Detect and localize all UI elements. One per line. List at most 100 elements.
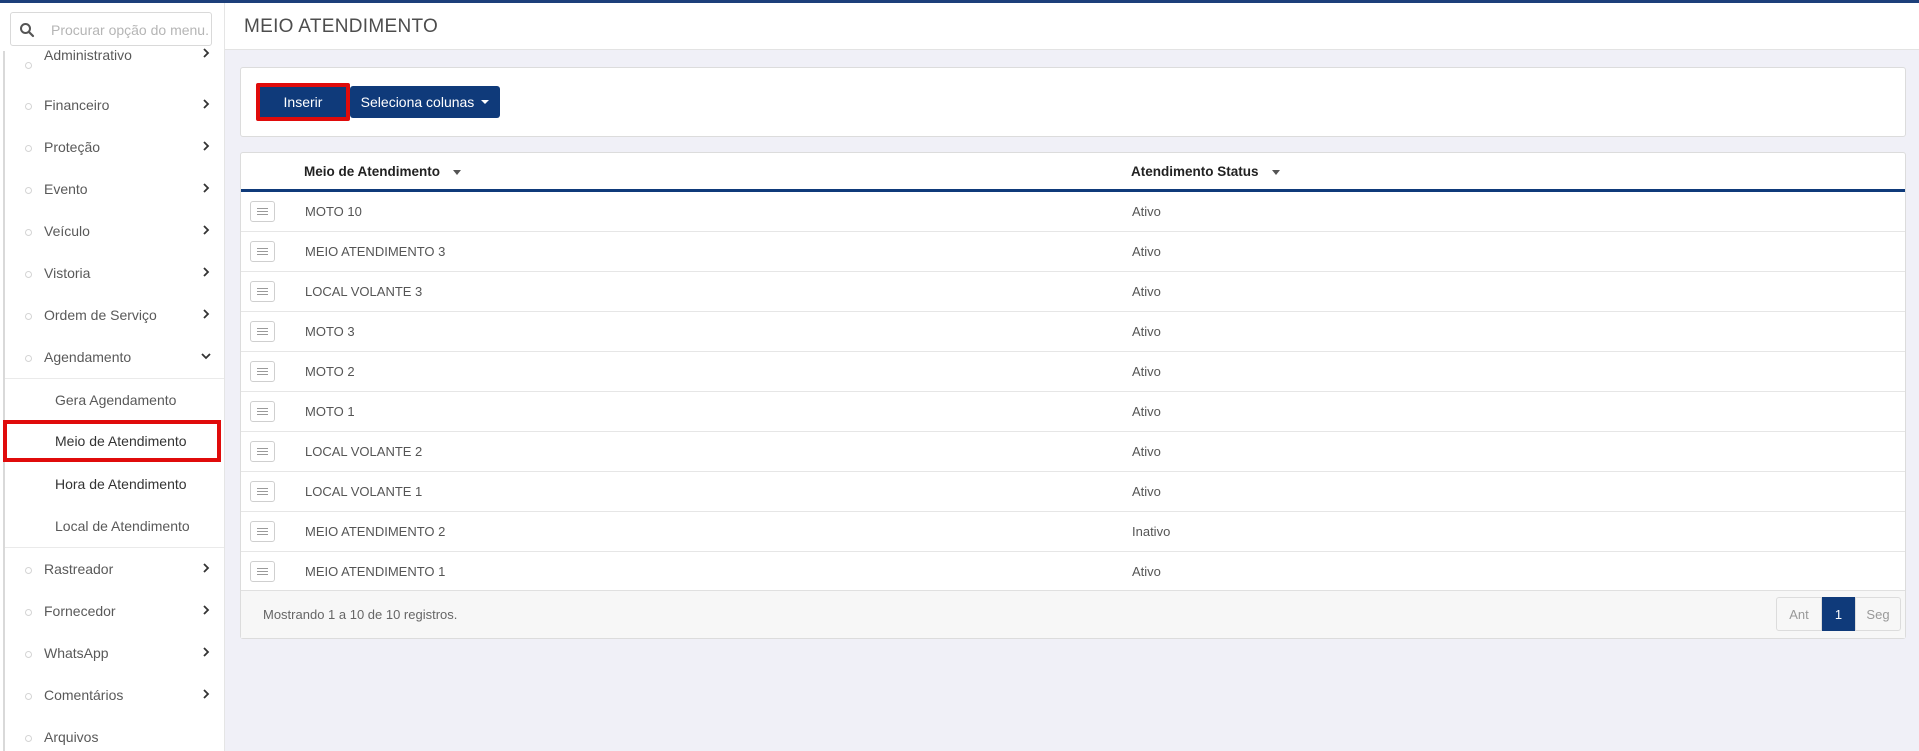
submenu-item-label: Local de Atendimento (55, 518, 190, 534)
cell-status: Ativo (1132, 564, 1161, 579)
table-row: LOCAL VOLANTE 1 Ativo (241, 472, 1905, 512)
table-row: MOTO 2 Ativo (241, 352, 1905, 392)
table-row: MOTO 10 Ativo (241, 192, 1905, 232)
submenu-item-label: Gera Agendamento (55, 392, 177, 408)
table-row: LOCAL VOLANTE 3 Ativo (241, 272, 1905, 312)
search-icon (20, 23, 35, 38)
column-header-label: Meio de Atendimento (304, 164, 441, 179)
sidebar-item-label: Agendamento (44, 349, 132, 365)
pagination-prev-button[interactable]: Ant (1776, 597, 1822, 631)
column-header-meio[interactable]: Meio de Atendimento (304, 164, 462, 179)
cell-status: Ativo (1132, 324, 1161, 339)
row-menu-icon[interactable] (250, 281, 275, 302)
sidebar-item-evento[interactable]: Evento (0, 168, 224, 210)
sidebar-item-rastreador[interactable]: Rastreador (0, 548, 224, 590)
sidebar-item-ordem-de-servico[interactable]: Ordem de Serviço (0, 294, 224, 336)
sidebar-item-label: Administrativo (44, 47, 132, 63)
sidebar-item-label: Arquivos (44, 729, 99, 745)
chevron-right-icon (203, 183, 210, 193)
cell-status: Ativo (1132, 204, 1161, 219)
table-row: LOCAL VOLANTE 2 Ativo (241, 432, 1905, 472)
menu-bullet (25, 735, 32, 742)
sidebar-item-label: WhatsApp (44, 645, 109, 661)
sidebar-item-veiculo[interactable]: Veículo (0, 210, 224, 252)
sidebar-item-comentarios[interactable]: Comentários (0, 674, 224, 716)
page-header: MEIO ATENDIMENTO (225, 3, 1919, 50)
submenu-item-gera-agendamento[interactable]: Gera Agendamento (3, 379, 221, 421)
menu-bullet (25, 187, 32, 194)
menu-search-input[interactable] (49, 19, 211, 41)
sidebar-item-label: Vistoria (44, 265, 91, 281)
row-menu-icon[interactable] (250, 481, 275, 502)
row-menu-icon[interactable] (250, 201, 275, 222)
sidebar-item-label: Ordem de Serviço (44, 307, 157, 323)
sidebar-item-financeiro[interactable]: Financeiro (0, 84, 224, 126)
insert-button[interactable]: Inserir (256, 83, 350, 121)
chevron-right-icon (203, 605, 210, 615)
sidebar-item-agendamento[interactable]: Agendamento (0, 336, 224, 378)
row-menu-icon[interactable] (250, 521, 275, 542)
menu-bullet (25, 103, 32, 110)
page-title: MEIO ATENDIMENTO (244, 16, 439, 37)
cell-meio: LOCAL VOLANTE 1 (305, 484, 423, 499)
chevron-right-icon (203, 225, 210, 235)
cell-meio: MEIO ATENDIMENTO 1 (305, 564, 446, 579)
sidebar-item-administrativo[interactable]: Administrativo (0, 43, 224, 85)
cell-status: Ativo (1132, 404, 1161, 419)
table-header: Meio de Atendimento Atendimento Status (241, 153, 1905, 192)
table-footer: Mostrando 1 a 10 de 10 registros. Ant 1 … (241, 590, 1905, 638)
table-row: MEIO ATENDIMENTO 1 Ativo (241, 552, 1905, 592)
select-columns-button[interactable]: Seleciona colunas (350, 86, 500, 118)
menu-bullet (25, 567, 32, 574)
menu-bullet (25, 62, 32, 69)
chevron-right-icon (203, 48, 210, 58)
row-menu-icon[interactable] (250, 441, 275, 462)
row-menu-icon[interactable] (250, 321, 275, 342)
row-menu-icon[interactable] (250, 561, 275, 582)
sidebar-item-label: Evento (44, 181, 88, 197)
cell-meio: MEIO ATENDIMENTO 2 (305, 524, 446, 539)
submenu-item-meio-de-atendimento[interactable]: Meio de Atendimento (3, 420, 221, 462)
cell-status: Inativo (1132, 524, 1171, 539)
table-row: MEIO ATENDIMENTO 2 Inativo (241, 512, 1905, 552)
cell-status: Ativo (1132, 284, 1161, 299)
submenu-item-label: Meio de Atendimento (55, 433, 187, 449)
sidebar-item-fornecedor[interactable]: Fornecedor (0, 590, 224, 632)
submenu-item-hora-de-atendimento[interactable]: Hora de Atendimento (3, 463, 221, 505)
menu-bullet (25, 145, 32, 152)
menu-bullet (25, 313, 32, 320)
row-menu-icon[interactable] (250, 401, 275, 422)
sidebar-item-label: Proteção (44, 139, 101, 155)
sidebar-item-whatsapp[interactable]: WhatsApp (0, 632, 224, 674)
pagination: Ant 1 Seg (1776, 597, 1901, 631)
pagination-next-button[interactable]: Seg (1855, 597, 1901, 631)
sidebar-item-arquivos[interactable]: Arquivos (0, 716, 224, 751)
sort-caret-icon (1271, 169, 1280, 175)
row-menu-icon[interactable] (250, 361, 275, 382)
cell-meio: MOTO 1 (305, 404, 355, 419)
pagination-page-1[interactable]: 1 (1822, 597, 1855, 631)
menu-search-box (10, 12, 212, 46)
column-header-label: Atendimento Status (1131, 164, 1259, 179)
submenu-item-local-de-atendimento[interactable]: Local de Atendimento (3, 505, 221, 547)
sidebar-item-label: Comentários (44, 687, 124, 703)
menu-bullet (25, 693, 32, 700)
records-info: Mostrando 1 a 10 de 10 registros. (263, 607, 458, 622)
row-menu-icon[interactable] (250, 241, 275, 262)
cell-meio: MEIO ATENDIMENTO 3 (305, 244, 446, 259)
table-row: MOTO 1 Ativo (241, 392, 1905, 432)
column-header-status[interactable]: Atendimento Status (1131, 164, 1280, 179)
chevron-down-icon (201, 353, 211, 360)
chevron-right-icon (203, 689, 210, 699)
sidebar-item-vistoria[interactable]: Vistoria (0, 252, 224, 294)
chevron-right-icon (203, 647, 210, 657)
cell-status: Ativo (1132, 484, 1161, 499)
data-table: Meio de Atendimento Atendimento Status M… (240, 152, 1906, 639)
menu-bullet (25, 229, 32, 236)
cell-meio: MOTO 3 (305, 324, 355, 339)
cell-status: Ativo (1132, 364, 1161, 379)
sidebar-item-protecao[interactable]: Proteção (0, 126, 224, 168)
sidebar-item-label: Rastreador (44, 561, 114, 577)
cell-meio: MOTO 10 (305, 204, 362, 219)
chevron-right-icon (203, 267, 210, 277)
